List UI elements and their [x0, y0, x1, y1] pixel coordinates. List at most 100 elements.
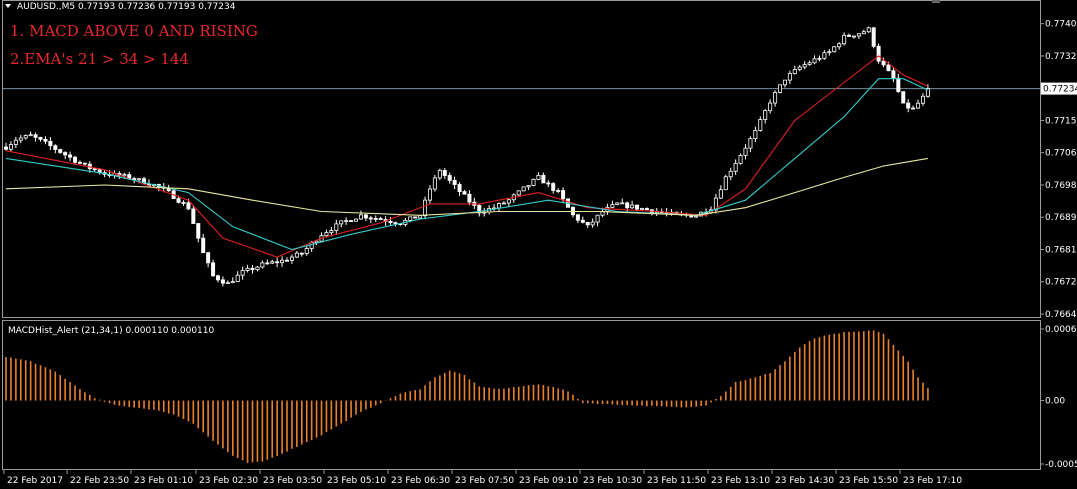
macd-histogram[interactable] — [5, 330, 929, 463]
price-candle — [792, 65, 797, 75]
price-candle — [196, 223, 201, 243]
price-candle — [778, 84, 783, 94]
annotation-macd: 1. MACD ABOVE 0 AND RISING — [10, 22, 258, 40]
x-tick-label: 23 Feb 10:30 — [583, 476, 642, 486]
price-candle — [748, 136, 753, 153]
price-candle — [723, 174, 728, 191]
price-candle — [368, 215, 373, 223]
price-candle — [585, 221, 590, 229]
price-candle — [33, 132, 38, 142]
symbol-header: AUDUSD.,M5 0.77193 0.77236 0.77193 0.772… — [17, 2, 236, 12]
price-candle — [437, 168, 442, 181]
y-tick-label: 0.77320 — [1045, 52, 1077, 62]
price-candle — [615, 202, 620, 206]
price-candle — [285, 257, 290, 262]
macd-panel-frame — [2, 320, 1041, 470]
price-candle — [427, 185, 432, 205]
x-tick-label: 23 Feb 06:30 — [391, 476, 450, 486]
price-candle — [920, 93, 925, 106]
price-candle — [112, 170, 117, 179]
x-tick-label: 23 Feb 09:10 — [519, 476, 578, 486]
price-candle — [48, 137, 53, 150]
price-candle — [457, 182, 462, 196]
price-candle — [496, 202, 501, 212]
y-tick-label: 0.77405 — [1045, 20, 1077, 30]
price-candle — [339, 220, 344, 228]
price-candle — [492, 204, 497, 211]
x-tick-label: 23 Feb 05:10 — [327, 476, 386, 486]
ema-line-144 — [5, 157, 928, 216]
price-candle — [511, 193, 516, 203]
mt4-chart: 0.77405 0.77320 0.77150 0.77065 0.76980 0.768… — [2, 0, 1077, 486]
price-candle — [753, 126, 758, 143]
price-candle — [782, 79, 787, 88]
price-candle — [432, 174, 437, 192]
price-candle — [817, 55, 822, 62]
price-candle — [373, 215, 378, 223]
price-candle — [807, 60, 812, 66]
macd-y-tick-label: -0.00055 — [1045, 460, 1077, 470]
macd-y-tick-label: 0.00 — [1045, 397, 1065, 407]
price-candle — [363, 213, 368, 222]
y-tick-label: 0.76640 — [1045, 310, 1077, 320]
price-candle — [38, 136, 43, 142]
ema-line-21 — [5, 55, 929, 258]
price-candle — [43, 136, 48, 145]
price-candle — [299, 252, 304, 257]
price-candle — [477, 204, 482, 217]
price-candle — [871, 26, 876, 49]
price-candle — [595, 214, 600, 227]
price-candle — [728, 167, 733, 181]
price-candle — [358, 210, 363, 220]
x-tick-label: 23 Feb 13:10 — [711, 476, 770, 486]
price-candle — [334, 219, 339, 234]
price-candle — [452, 176, 457, 189]
price-candle — [280, 256, 285, 267]
price-candle — [847, 33, 852, 37]
price-candle — [516, 190, 521, 197]
price-candle — [354, 218, 359, 222]
price-candle — [832, 46, 837, 53]
price-candle — [270, 259, 275, 265]
price-candle — [556, 187, 561, 194]
x-tick-label: 22 Feb 2017 — [7, 476, 63, 486]
price-candle — [901, 91, 906, 104]
price-candle — [245, 264, 250, 273]
price-candle — [206, 251, 211, 268]
price-candle — [787, 70, 792, 84]
price-candle — [235, 271, 240, 283]
price-candle — [837, 42, 842, 50]
price-candle — [201, 233, 206, 254]
price-candle — [866, 26, 871, 34]
price-candle — [442, 167, 447, 179]
price-candle — [906, 99, 911, 113]
price-candle — [911, 105, 916, 110]
close-icon[interactable] — [932, 0, 940, 3]
price-candle — [536, 172, 541, 181]
price-candle — [580, 216, 585, 224]
annotation-ema: 2.EMA's 21 > 34 > 144 — [10, 50, 189, 68]
price-candle — [53, 144, 58, 154]
price-candle — [467, 190, 472, 206]
price-candle — [13, 136, 18, 148]
price-candle — [625, 201, 630, 213]
price-candle — [851, 35, 856, 39]
y-tick-label: 0.77150 — [1045, 116, 1077, 126]
price-candle — [28, 131, 33, 137]
price-candle — [891, 67, 896, 83]
price-candle — [225, 280, 230, 285]
price-candle — [304, 245, 309, 256]
price-panel-frame — [2, 0, 1041, 318]
triangle-down-icon[interactable] — [5, 4, 11, 8]
price-candle — [240, 266, 245, 280]
price-candle — [649, 209, 654, 216]
price-candle — [526, 185, 531, 191]
x-tick-label: 23 Feb 07:50 — [455, 476, 514, 486]
price-candle — [773, 90, 778, 107]
price-candle — [546, 180, 551, 187]
price-candle — [718, 185, 723, 200]
price-candle — [541, 172, 546, 184]
price-candle — [896, 73, 901, 93]
x-tick-label: 23 Feb 01:10 — [134, 476, 193, 486]
price-candle — [827, 49, 832, 56]
